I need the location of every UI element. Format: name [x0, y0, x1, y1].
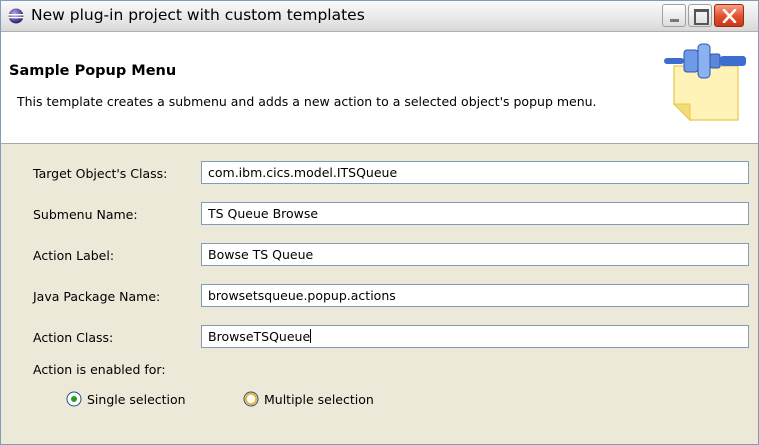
action-class-label: Action Class:	[33, 330, 114, 345]
action-label-label: Action Label:	[33, 248, 115, 263]
target-class-input[interactable]: com.ibm.cics.model.ITSQueue	[201, 161, 749, 184]
minimize-button[interactable]	[662, 4, 686, 27]
close-icon	[722, 9, 737, 23]
maximize-icon	[694, 9, 709, 25]
enabled-for-label: Action is enabled for:	[33, 362, 166, 377]
radio-checked-icon	[66, 391, 82, 407]
action-label-value: Bowse TS Queue	[208, 247, 314, 262]
submenu-name-label: Submenu Name:	[33, 207, 138, 222]
app-icon	[8, 8, 24, 24]
radio-unchecked-icon	[243, 391, 259, 407]
action-class-input[interactable]: BrowseTSQueue	[201, 325, 749, 348]
dialog-window: New plug-in project with custom template…	[0, 0, 759, 445]
close-button[interactable]	[714, 4, 744, 27]
wizard-banner: Sample Popup Menu This template creates …	[1, 32, 758, 144]
minimize-icon	[670, 19, 679, 22]
target-class-value: com.ibm.cics.model.ITSQueue	[208, 165, 398, 180]
single-selection-label: Single selection	[87, 392, 186, 407]
submenu-name-value: TS Queue Browse	[208, 206, 319, 221]
action-class-value: BrowseTSQueue	[208, 329, 311, 344]
text-cursor	[310, 329, 312, 343]
window-title: New plug-in project with custom template…	[31, 6, 365, 24]
multiple-selection-label: Multiple selection	[264, 392, 374, 407]
page-title: Sample Popup Menu	[9, 63, 177, 79]
page-description: This template creates a submenu and adds…	[17, 94, 597, 109]
plug-in-icon	[664, 43, 746, 122]
package-name-value: browsetsqueue.popup.actions	[208, 288, 396, 303]
target-class-label: Target Object's Class:	[33, 166, 168, 181]
submenu-name-input[interactable]: TS Queue Browse	[201, 202, 749, 225]
package-name-label: Java Package Name:	[33, 289, 161, 304]
maximize-button[interactable]	[688, 4, 712, 27]
package-name-input[interactable]: browsetsqueue.popup.actions	[201, 284, 749, 307]
action-label-input[interactable]: Bowse TS Queue	[201, 243, 749, 266]
title-bar[interactable]: New plug-in project with custom template…	[1, 1, 758, 32]
